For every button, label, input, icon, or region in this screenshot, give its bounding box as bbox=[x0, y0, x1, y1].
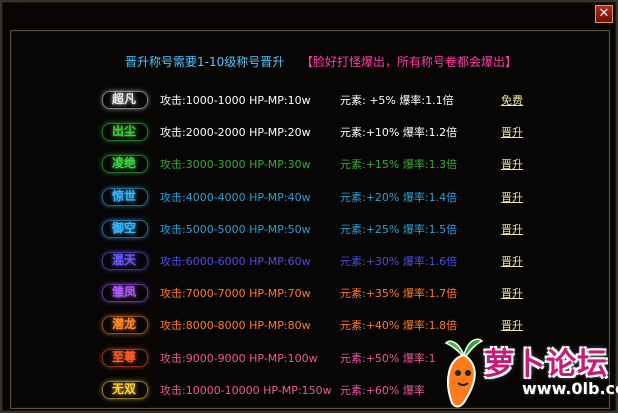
requirement-text: 晋升称号需要1-10级称号晋升 bbox=[125, 55, 285, 69]
title-name: 潜龙 bbox=[111, 317, 136, 331]
title-row: 御空 攻击:5000-5000 HP-MP:50w 元素:+25% 爆率:1.5倍 晋… bbox=[2, 217, 618, 243]
title-badge: 凌绝 bbox=[98, 152, 150, 174]
element-droprate-stats: 元素:+20% 爆率:1.4倍 bbox=[340, 191, 458, 204]
attack-stats: 攻击:3000-3000 HP-MP:30w bbox=[160, 158, 311, 171]
watermark-url: www.0lb.com bbox=[522, 379, 618, 398]
element-droprate-stats: 元素: +5% 爆率:1.1倍 bbox=[340, 94, 454, 107]
title-badge: 混天 bbox=[98, 249, 150, 271]
watermark-name: 萝卜论坛 bbox=[484, 347, 608, 382]
attack-stats: 攻击:5000-5000 HP-MP:50w bbox=[160, 223, 311, 236]
title-row: 混天 攻击:6000-6000 HP-MP:60w 元素:+30% 爆率:1.6倍 晋… bbox=[2, 249, 618, 275]
title-name: 御空 bbox=[111, 221, 136, 235]
title-name: 惊世 bbox=[111, 189, 136, 203]
attack-stats: 攻击:1000-1000 HP-MP:10w bbox=[160, 94, 311, 107]
element-droprate-stats: 元素:+15% 爆率:1.3倍 bbox=[340, 158, 458, 171]
free-button[interactable]: 免费 bbox=[501, 92, 523, 108]
close-icon[interactable]: ✕ bbox=[595, 5, 613, 23]
title-row: 雏凤 攻击:7000-7000 HP-MP:70w 元素:+35% 爆率:1.7倍 晋… bbox=[2, 281, 618, 307]
upgrade-button[interactable]: 晋升 bbox=[501, 156, 523, 172]
drop-notice-text: 【脸好打怪爆出，所有称号卷都会爆出】 bbox=[301, 55, 518, 69]
title-badge: 至尊 bbox=[98, 346, 150, 368]
attack-stats: 攻击:7000-7000 HP-MP:70w bbox=[160, 287, 311, 300]
title-name: 凌绝 bbox=[111, 156, 136, 170]
attack-stats: 攻击:9000-9000 HP-MP:100w bbox=[160, 352, 318, 365]
title-badge: 御空 bbox=[98, 217, 150, 239]
title-name: 无双 bbox=[111, 382, 136, 396]
element-droprate-stats: 元素:+40% 爆率:1.8倍 bbox=[340, 319, 458, 332]
element-droprate-stats: 元素:+30% 爆率:1.6倍 bbox=[340, 255, 458, 268]
title-row: 惊世 攻击:4000-4000 HP-MP:40w 元素:+20% 爆率:1.4倍 晋… bbox=[2, 185, 618, 211]
attack-stats: 攻击:6000-6000 HP-MP:60w bbox=[160, 255, 311, 268]
title-row: 出尘 攻击:2000-2000 HP-MP:20w 元素:+10% 爆率:1.2倍 晋… bbox=[2, 120, 618, 146]
title-upgrade-dialog: ✕ 晋升称号需要1-10级称号晋升 【脸好打怪爆出，所有称号卷都会爆出】 超凡攻… bbox=[0, 0, 618, 413]
attack-stats: 攻击:2000-2000 HP-MP:20w bbox=[160, 126, 311, 139]
title-name: 混天 bbox=[111, 253, 136, 267]
title-name: 出尘 bbox=[111, 124, 136, 138]
title-badge: 潜龙 bbox=[98, 313, 150, 335]
upgrade-button[interactable]: 晋升 bbox=[501, 285, 523, 301]
title-row: 凌绝 攻击:3000-3000 HP-MP:30w 元素:+15% 爆率:1.3倍 晋… bbox=[2, 152, 618, 178]
title-row: 超凡 攻击:1000-1000 HP-MP:10w 元素: +5% 爆率:1.1倍 免… bbox=[2, 88, 618, 114]
title-badge: 超凡 bbox=[98, 88, 150, 110]
upgrade-button[interactable]: 晋升 bbox=[501, 189, 523, 205]
element-droprate-stats: 元素:+10% 爆率:1.2倍 bbox=[340, 126, 458, 139]
title-name: 雏凤 bbox=[111, 285, 136, 299]
title-row: 潜龙 攻击:8000-8000 HP-MP:80w 元素:+40% 爆率:1.8倍 晋… bbox=[2, 313, 618, 339]
upgrade-button[interactable]: 晋升 bbox=[501, 317, 523, 333]
upgrade-button[interactable]: 晋升 bbox=[501, 253, 523, 269]
element-droprate-stats: 元素:+50% 爆率:1 bbox=[340, 352, 436, 365]
title-name: 超凡 bbox=[111, 92, 136, 106]
title-badge: 雏凤 bbox=[98, 281, 150, 303]
header: 晋升称号需要1-10级称号晋升 【脸好打怪爆出，所有称号卷都会爆出】 bbox=[2, 53, 618, 71]
attack-stats: 攻击:4000-4000 HP-MP:40w bbox=[160, 191, 311, 204]
upgrade-button[interactable]: 晋升 bbox=[501, 124, 523, 140]
title-name: 至尊 bbox=[111, 350, 136, 364]
element-droprate-stats: 元素:+35% 爆率:1.7倍 bbox=[340, 287, 458, 300]
upgrade-button[interactable]: 晋升 bbox=[501, 221, 523, 237]
element-droprate-stats: 元素:+25% 爆率:1.5倍 bbox=[340, 223, 458, 236]
attack-stats: 攻击:8000-8000 HP-MP:80w bbox=[160, 319, 311, 332]
watermark-logo: 萝卜论坛 www.0lb.com bbox=[434, 337, 618, 409]
title-badge: 出尘 bbox=[98, 120, 150, 142]
attack-stats: 攻击:10000-10000 HP-MP:150w bbox=[160, 384, 332, 397]
title-badge: 无双 bbox=[98, 378, 150, 400]
title-badge: 惊世 bbox=[98, 185, 150, 207]
element-droprate-stats: 元素:+60% 爆率 bbox=[340, 384, 425, 397]
